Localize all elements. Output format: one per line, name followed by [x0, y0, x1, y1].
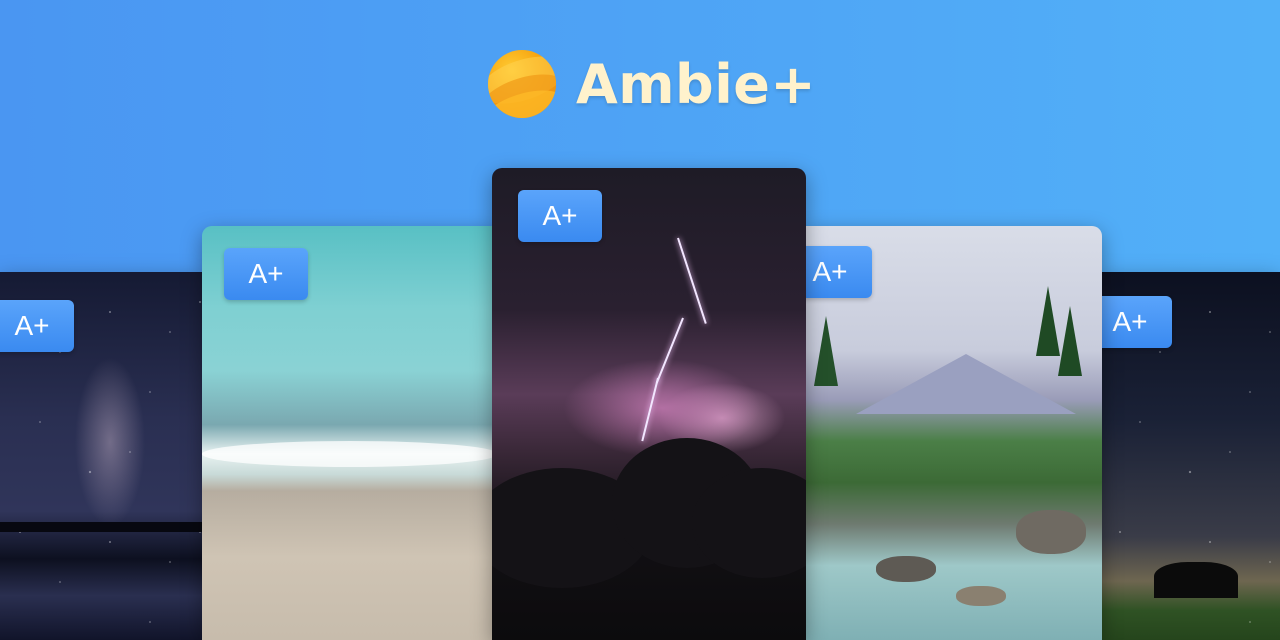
treeline-decoration: [0, 522, 202, 532]
sound-card-river[interactable]: A+: [806, 226, 1102, 640]
premium-badge: A+: [518, 190, 602, 242]
rock-decoration: [1016, 510, 1086, 554]
app-title: Ambie+: [576, 52, 817, 116]
premium-badge: A+: [1100, 296, 1172, 348]
mountain-decoration: [856, 354, 1076, 414]
pine-tree-decoration: [814, 316, 838, 386]
lightning-decoration: [655, 317, 684, 384]
pine-tree-decoration: [1058, 306, 1082, 376]
rock-decoration: [956, 586, 1006, 606]
sound-card-night-trees[interactable]: A+: [1100, 272, 1280, 640]
lightning-decoration: [641, 377, 659, 442]
tree-cluster-decoration: [1154, 562, 1238, 598]
premium-badge: A+: [0, 300, 74, 352]
ambie-logo-icon: [488, 50, 556, 118]
lightning-decoration: [677, 237, 707, 324]
sound-card-storm[interactable]: A+: [492, 168, 806, 640]
pine-tree-decoration: [1036, 286, 1060, 356]
premium-badge: A+: [806, 246, 872, 298]
wave-foam-decoration: [202, 441, 498, 467]
sound-card-night-lake[interactable]: A+: [0, 272, 202, 640]
premium-badge: A+: [224, 248, 308, 300]
sound-card-beach[interactable]: A+: [202, 226, 498, 640]
app-header: Ambie+: [488, 48, 816, 120]
rock-decoration: [876, 556, 936, 582]
